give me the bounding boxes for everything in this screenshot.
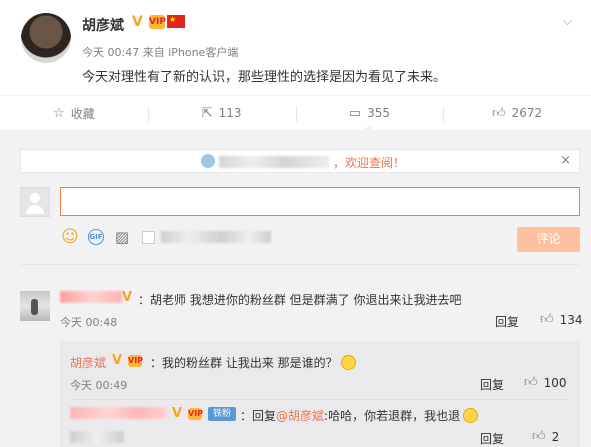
divider (20, 264, 580, 265)
laughing-emoji-icon (340, 355, 356, 370)
blurred-commenter-name[interactable] (60, 291, 122, 303)
repost-checkbox[interactable] (142, 230, 155, 244)
reply-like-button[interactable]: 👍︎ 100 (524, 375, 567, 390)
emoji-icon[interactable]: ☺ (60, 227, 80, 247)
notice-text[interactable]: ，欢迎查阅！ (333, 154, 405, 171)
share-icon: ⇱ (201, 105, 213, 121)
chevron-down-icon[interactable]: ⌵ (563, 14, 577, 28)
commenter-avatar[interactable] (20, 291, 50, 321)
image-icon[interactable]: ▨ (112, 227, 132, 247)
repost-button[interactable]: ⇱ 113 (147, 96, 296, 130)
thumbs-up-icon: 👍︎ (540, 312, 554, 327)
reply-button[interactable]: 回复 (495, 313, 519, 330)
comment-like-count: 134 (559, 312, 583, 327)
notice-bar: ，欢迎查阅！ × (20, 149, 580, 173)
favorite-button[interactable]: ☆ 收藏 (0, 96, 148, 130)
verified-v-icon: V (112, 353, 123, 368)
post-content: 今天对理性有了新的认识，那些理性的选择是因为看见了未来。 (82, 70, 447, 85)
blurred-reply-time (70, 431, 124, 443)
like-count: 2672 (511, 106, 543, 120)
comment-count: 355 (367, 106, 390, 120)
vip-badge-icon[interactable]: VIP (149, 15, 166, 29)
reply-like-count: 2 (551, 429, 560, 444)
info-icon (201, 154, 215, 168)
verified-v-icon: V (172, 406, 183, 421)
reply-text: ：回复@胡彦斌:哈哈，你若退群，我也退 (240, 407, 479, 424)
post-meta: 今天 00:47 来自 iPhone客户端 (82, 46, 239, 59)
verified-v-icon: V (122, 290, 133, 305)
comment-icon: ▭ (348, 105, 362, 121)
close-icon[interactable]: × (560, 153, 571, 168)
fan-badge: 铁粉 (208, 407, 236, 421)
reply-thread: 胡彦斌 V VIP ：我的粉丝群 让我出来 那是谁的？ 今天 00:49 回复 … (60, 341, 580, 447)
reply-button[interactable]: 回复 (480, 376, 504, 393)
reply-prefix: ：回复 (240, 409, 277, 423)
reply-button[interactable]: 回复 (480, 430, 504, 447)
thumbs-up-icon: 👍︎ (532, 429, 546, 444)
comment-time: 今天 00:48 (60, 316, 118, 329)
laughing-emoji-icon (463, 408, 479, 423)
reply-time: 今天 00:49 (70, 379, 128, 392)
composer-toolbar: ☺ GIF ▨ (60, 226, 271, 248)
comment-like-button[interactable]: 👍︎ 134 (540, 312, 583, 327)
comment-text: ：胡老师 我想进你的粉丝群 但是群满了 你退出来让我进去吧 (138, 293, 462, 307)
vip-badge-icon: VIP (188, 408, 204, 420)
favorite-label: 收藏 (70, 106, 95, 121)
vip-badge-icon: VIP (128, 355, 144, 367)
reply-like-button[interactable]: 👍︎ 2 (532, 429, 559, 444)
gif-icon[interactable]: GIF (88, 229, 104, 245)
user-avatar (20, 187, 50, 217)
submit-comment-button[interactable]: 评论 (517, 227, 580, 252)
blurred-reply-author[interactable] (70, 407, 168, 419)
thumbs-up-icon: 👍︎ (492, 105, 506, 121)
weibo-post: 胡彦斌 V VIP ⌵ 今天 00:47 来自 iPhone客户端 今天对理性有… (0, 0, 591, 95)
reply-text-content: :哈哈，你若退群，我也退 (324, 409, 461, 423)
comment-section: ，欢迎查阅！ × ☺ GIF ▨ 评论 V ：胡老师 我想进你的粉丝群 但是群满… (0, 131, 591, 447)
divider (70, 399, 570, 400)
like-button[interactable]: 👍︎ 2672 (443, 96, 591, 130)
verified-v-icon: V (132, 14, 143, 30)
author-name[interactable]: 胡彦斌 (82, 15, 124, 35)
comment-button[interactable]: ▭ 355 (295, 96, 444, 131)
blurred-checkbox-label (161, 231, 271, 243)
china-flag-icon (167, 15, 185, 28)
mention-link[interactable]: @胡彦斌 (276, 409, 324, 423)
thumbs-up-icon: 👍︎ (524, 375, 538, 390)
blurred-text (219, 156, 329, 168)
repost-count: 113 (218, 106, 242, 120)
reply-author-name[interactable]: 胡彦斌 (70, 354, 106, 371)
author-avatar[interactable] (21, 13, 71, 63)
reply-text: ：我的粉丝群 让我出来 那是谁的？ (150, 354, 356, 371)
action-bar: ☆ 收藏 ⇱ 113 ▭ 355 👍︎ 2672 (0, 95, 591, 131)
comment-input[interactable] (60, 187, 580, 216)
star-icon: ☆ (53, 105, 65, 121)
reply-text-content: ：我的粉丝群 让我出来 那是谁的？ (150, 356, 338, 370)
reply-like-count: 100 (543, 375, 567, 390)
